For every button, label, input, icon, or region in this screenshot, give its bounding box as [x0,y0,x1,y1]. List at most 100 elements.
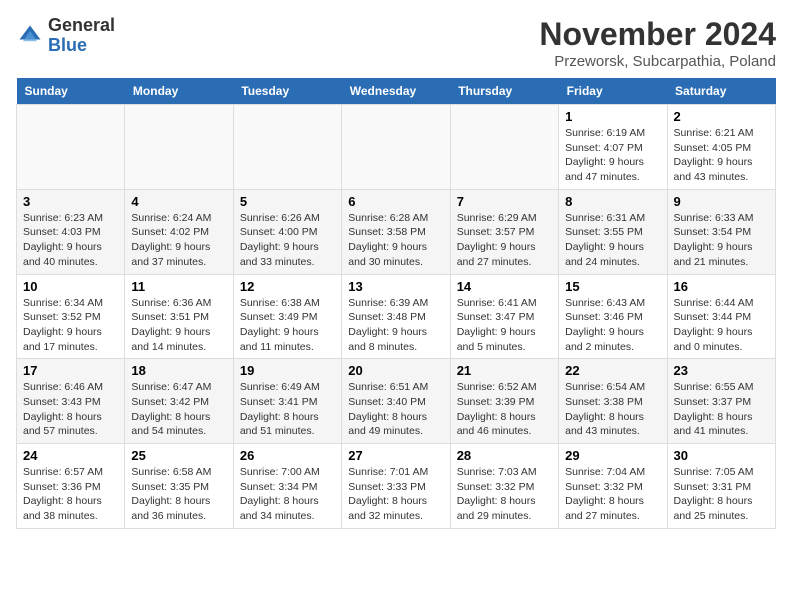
day-info: Sunrise: 6:34 AMSunset: 3:52 PMDaylight:… [23,296,118,355]
day-number: 14 [457,279,552,294]
col-header-monday: Monday [125,78,233,105]
day-number: 16 [674,279,769,294]
day-info: Sunrise: 6:47 AMSunset: 3:42 PMDaylight:… [131,380,226,439]
day-number: 8 [565,194,660,209]
col-header-saturday: Saturday [667,78,775,105]
logo-icon [16,22,44,50]
day-info: Sunrise: 6:52 AMSunset: 3:39 PMDaylight:… [457,380,552,439]
calendar-cell: 26 Sunrise: 7:00 AMSunset: 3:34 PMDayligh… [233,444,341,529]
day-info: Sunrise: 6:49 AMSunset: 3:41 PMDaylight:… [240,380,335,439]
calendar-week-1: 1Sunrise: 6:19 AMSunset: 4:07 PMDaylight… [17,105,776,190]
calendar-cell: 4 Sunrise: 6:24 AMSunset: 4:02 PMDaylight… [125,189,233,274]
day-info: Sunrise: 6:51 AMSunset: 3:40 PMDaylight:… [348,380,443,439]
day-info: Sunrise: 6:55 AMSunset: 3:37 PMDaylight:… [674,380,769,439]
calendar-cell: 2 Sunrise: 6:21 AMSunset: 4:05 PMDaylight… [667,105,775,190]
day-info: Sunrise: 6:39 AMSunset: 3:48 PMDaylight:… [348,296,443,355]
calendar-cell: 25Sunrise: 6:58 AMSunset: 3:35 PMDayligh… [125,444,233,529]
calendar-week-3: 10 Sunrise: 6:34 AMSunset: 3:52 PMDayligh… [17,274,776,359]
calendar-cell: 3 Sunrise: 6:23 AMSunset: 4:03 PMDaylight… [17,189,125,274]
day-number: 19 [240,363,335,378]
day-number: 11 [131,279,226,294]
day-info: Sunrise: 6:43 AMSunset: 3:46 PMDaylight:… [565,296,660,355]
day-number: 15 [565,279,660,294]
title-block: November 2024 Przeworsk, Subcarpathia, P… [539,16,776,70]
calendar-cell [125,105,233,190]
day-info: Sunrise: 6:24 AMSunset: 4:02 PMDaylight:… [131,211,226,270]
day-number: 23 [674,363,769,378]
day-info: Sunrise: 6:57 AMSunset: 3:36 PMDaylight:… [23,465,118,524]
day-info: Sunrise: 6:36 AMSunset: 3:51 PMDaylight:… [131,296,226,355]
calendar-cell: 22 Sunrise: 6:54 AMSunset: 3:38 PMDayligh… [559,359,667,444]
day-info: Sunrise: 6:54 AMSunset: 3:38 PMDaylight:… [565,380,660,439]
col-header-thursday: Thursday [450,78,558,105]
calendar-cell [342,105,450,190]
day-number: 24 [23,448,118,463]
day-info: Sunrise: 6:31 AMSunset: 3:55 PMDaylight:… [565,211,660,270]
calendar-cell [233,105,341,190]
day-number: 27 [348,448,443,463]
calendar-week-4: 17Sunrise: 6:46 AMSunset: 3:43 PMDayligh… [17,359,776,444]
day-number: 4 [131,194,226,209]
day-number: 30 [674,448,769,463]
col-header-wednesday: Wednesday [342,78,450,105]
logo-blue-text: Blue [48,35,87,55]
day-number: 6 [348,194,443,209]
day-number: 7 [457,194,552,209]
day-number: 9 [674,194,769,209]
day-info: Sunrise: 6:44 AMSunset: 3:44 PMDaylight:… [674,296,769,355]
logo-general-text: General [48,15,115,35]
day-info: Sunrise: 6:26 AMSunset: 4:00 PMDaylight:… [240,211,335,270]
day-number: 10 [23,279,118,294]
calendar-cell [450,105,558,190]
day-number: 5 [240,194,335,209]
day-number: 13 [348,279,443,294]
calendar-header-row: SundayMondayTuesdayWednesdayThursdayFrid… [17,78,776,105]
calendar-cell: 12 Sunrise: 6:38 AMSunset: 3:49 PMDayligh… [233,274,341,359]
calendar-cell: 28Sunrise: 7:03 AMSunset: 3:32 PMDayligh… [450,444,558,529]
logo: General Blue [16,16,115,56]
calendar-table: SundayMondayTuesdayWednesdayThursdayFrid… [16,78,776,529]
calendar-cell [17,105,125,190]
calendar-cell: 24 Sunrise: 6:57 AMSunset: 3:36 PMDayligh… [17,444,125,529]
page-header: General Blue November 2024 Przeworsk, Su… [16,16,776,70]
calendar-cell: 27Sunrise: 7:01 AMSunset: 3:33 PMDayligh… [342,444,450,529]
calendar-cell: 8 Sunrise: 6:31 AMSunset: 3:55 PMDaylight… [559,189,667,274]
calendar-cell: 30 Sunrise: 7:05 AMSunset: 3:31 PMDayligh… [667,444,775,529]
calendar-cell: 1Sunrise: 6:19 AMSunset: 4:07 PMDaylight… [559,105,667,190]
day-number: 3 [23,194,118,209]
day-number: 29 [565,448,660,463]
day-number: 25 [131,448,226,463]
day-number: 2 [674,109,769,124]
calendar-cell: 16 Sunrise: 6:44 AMSunset: 3:44 PMDayligh… [667,274,775,359]
day-info: Sunrise: 7:05 AMSunset: 3:31 PMDaylight:… [674,465,769,524]
day-info: Sunrise: 6:38 AMSunset: 3:49 PMDaylight:… [240,296,335,355]
day-info: Sunrise: 7:04 AMSunset: 3:32 PMDaylight:… [565,465,660,524]
day-info: Sunrise: 6:23 AMSunset: 4:03 PMDaylight:… [23,211,118,270]
calendar-cell: 10 Sunrise: 6:34 AMSunset: 3:52 PMDayligh… [17,274,125,359]
day-info: Sunrise: 6:21 AMSunset: 4:05 PMDaylight:… [674,126,769,185]
day-info: Sunrise: 6:33 AMSunset: 3:54 PMDaylight:… [674,211,769,270]
day-info: Sunrise: 6:29 AMSunset: 3:57 PMDaylight:… [457,211,552,270]
calendar-cell: 6Sunrise: 6:28 AMSunset: 3:58 PMDaylight… [342,189,450,274]
calendar-cell: 9 Sunrise: 6:33 AMSunset: 3:54 PMDaylight… [667,189,775,274]
month-title: November 2024 [539,16,776,53]
day-number: 1 [565,109,660,124]
day-number: 18 [131,363,226,378]
day-number: 22 [565,363,660,378]
calendar-cell: 21 Sunrise: 6:52 AMSunset: 3:39 PMDayligh… [450,359,558,444]
calendar-cell: 29 Sunrise: 7:04 AMSunset: 3:32 PMDayligh… [559,444,667,529]
day-info: Sunrise: 7:03 AMSunset: 3:32 PMDaylight:… [457,465,552,524]
calendar-cell: 15 Sunrise: 6:43 AMSunset: 3:46 PMDayligh… [559,274,667,359]
calendar-cell: 13 Sunrise: 6:39 AMSunset: 3:48 PMDayligh… [342,274,450,359]
day-number: 26 [240,448,335,463]
calendar-week-2: 3 Sunrise: 6:23 AMSunset: 4:03 PMDaylight… [17,189,776,274]
col-header-friday: Friday [559,78,667,105]
calendar-cell: 11 Sunrise: 6:36 AMSunset: 3:51 PMDayligh… [125,274,233,359]
day-info: Sunrise: 7:00 AMSunset: 3:34 PMDaylight:… [240,465,335,524]
day-number: 21 [457,363,552,378]
location-text: Przeworsk, Subcarpathia, Poland [539,53,776,70]
col-header-sunday: Sunday [17,78,125,105]
calendar-week-5: 24 Sunrise: 6:57 AMSunset: 3:36 PMDayligh… [17,444,776,529]
calendar-cell: 17Sunrise: 6:46 AMSunset: 3:43 PMDayligh… [17,359,125,444]
day-number: 12 [240,279,335,294]
